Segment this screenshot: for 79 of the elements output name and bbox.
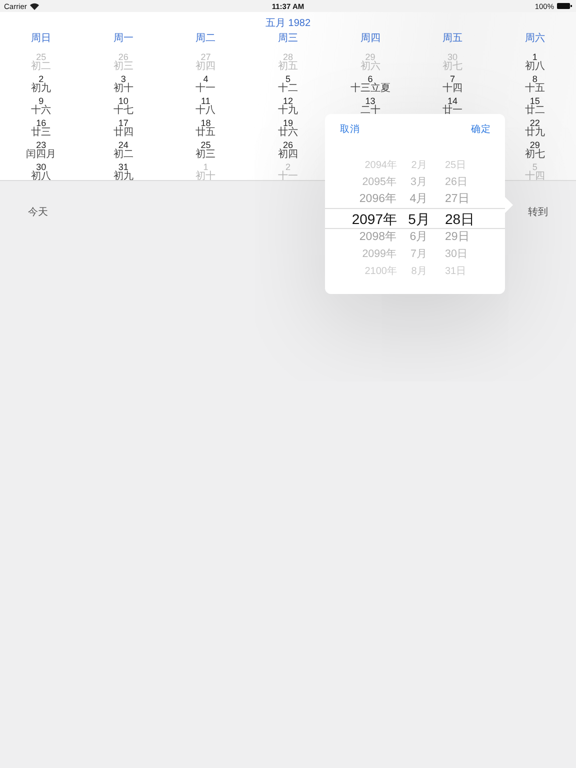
lunar-date: 十六 (31, 106, 52, 116)
day-number[interactable]: 14 (448, 96, 458, 106)
day-number[interactable]: 3 (120, 74, 126, 84)
lunar-date: 初三 (196, 150, 216, 160)
day-number[interactable]: 8 (532, 74, 538, 84)
wifi-icon (30, 2, 39, 10)
lunar-date: 廿九 (524, 128, 545, 138)
lunar-date: 二十 (360, 106, 380, 116)
day-number[interactable]: 26 (282, 140, 293, 150)
lunar-date: 初二 (31, 62, 52, 72)
day-number[interactable]: 31 (118, 162, 128, 172)
weekday-label: 周二 (194, 32, 217, 46)
day-number[interactable]: 30 (36, 162, 46, 172)
goto-button[interactable]: 转到 (526, 203, 550, 221)
picker-month[interactable]: 5月 (408, 212, 430, 226)
today-button[interactable]: 今天 (26, 203, 50, 221)
day-number[interactable]: 19 (282, 118, 293, 128)
day-number[interactable]: 25 (200, 140, 211, 150)
lunar-date: 闰四月 (26, 150, 56, 160)
cancel-button[interactable]: 取消 (340, 123, 360, 135)
lunar-date: 初九 (31, 84, 52, 94)
weekday-label: 周三 (276, 32, 299, 46)
day-number[interactable]: 22 (530, 118, 540, 128)
lunar-date: 初八 (524, 62, 545, 72)
lunar-date: 初三 (113, 62, 134, 72)
lunar-date: 初六 (360, 62, 380, 72)
lunar-date: 初七 (442, 62, 463, 72)
lunar-date: 廿四 (113, 128, 134, 138)
day-number[interactable]: 16 (36, 118, 46, 128)
day-number[interactable]: 17 (118, 118, 128, 128)
day-number[interactable]: 4 (203, 74, 208, 84)
weekday-label: 周日 (30, 32, 52, 46)
lunar-date: 初九 (113, 172, 134, 180)
weekday-label: 周四 (359, 32, 382, 46)
lunar-date: 十四 (442, 84, 463, 94)
lunar-date: 廿一 (442, 106, 463, 116)
day-number[interactable]: 5 (285, 74, 290, 84)
lunar-date: 十一 (196, 84, 216, 94)
lunar-date: 廿六 (278, 128, 298, 138)
day-number[interactable]: 18 (200, 118, 211, 128)
month-title: 五月 1982 (264, 17, 312, 30)
day-number[interactable]: 15 (530, 96, 540, 106)
picker-day[interactable]: 28日 (437, 212, 475, 226)
weekday-label: 周六 (524, 32, 546, 46)
lunar-date: 十二 (278, 84, 298, 94)
lunar-date: 初五 (278, 62, 298, 72)
lunar-date: 初十 (196, 172, 216, 180)
day-number[interactable]: 12 (282, 96, 293, 106)
day-number[interactable]: 29 (530, 140, 540, 150)
day-number[interactable]: 1 (532, 52, 538, 62)
lunar-date: 初四 (196, 62, 216, 72)
lunar-date: 廿二 (524, 106, 545, 116)
lunar-date: 十九 (278, 106, 298, 116)
lunar-date: 初十 (113, 84, 134, 94)
day-number[interactable]: 13 (365, 96, 376, 106)
lunar-date: 十七 (113, 106, 134, 116)
day-number[interactable]: 23 (36, 140, 46, 150)
battery-icon (557, 3, 572, 9)
lunar-date: 十四 (524, 172, 545, 180)
confirm-button[interactable]: 确定 (471, 123, 491, 135)
day-number[interactable]: 2 (38, 74, 44, 84)
day-number[interactable]: 10 (118, 96, 128, 106)
day-number[interactable]: 7 (450, 74, 456, 84)
day-number[interactable]: 11 (201, 96, 210, 106)
lunar-date: 十一 (278, 172, 298, 180)
picker-year[interactable]: 2097年 (352, 212, 401, 226)
weekday-label: 周一 (112, 32, 134, 46)
lunar-date: 初四 (278, 150, 298, 160)
day-number[interactable]: 24 (118, 140, 128, 150)
lunar-date: 廿三 (31, 128, 52, 138)
weekday-label: 周五 (442, 32, 464, 46)
day-number[interactable]: 9 (38, 96, 44, 106)
lunar-date: 十五 (524, 84, 545, 94)
lunar-date: 十八 (196, 106, 216, 116)
lunar-date: 初二 (113, 150, 134, 160)
lunar-date: 初七 (524, 150, 545, 160)
day-number[interactable]: 6 (368, 74, 373, 84)
lunar-date: 廿五 (196, 128, 216, 138)
lunar-date: 十三立夏 (350, 84, 390, 94)
